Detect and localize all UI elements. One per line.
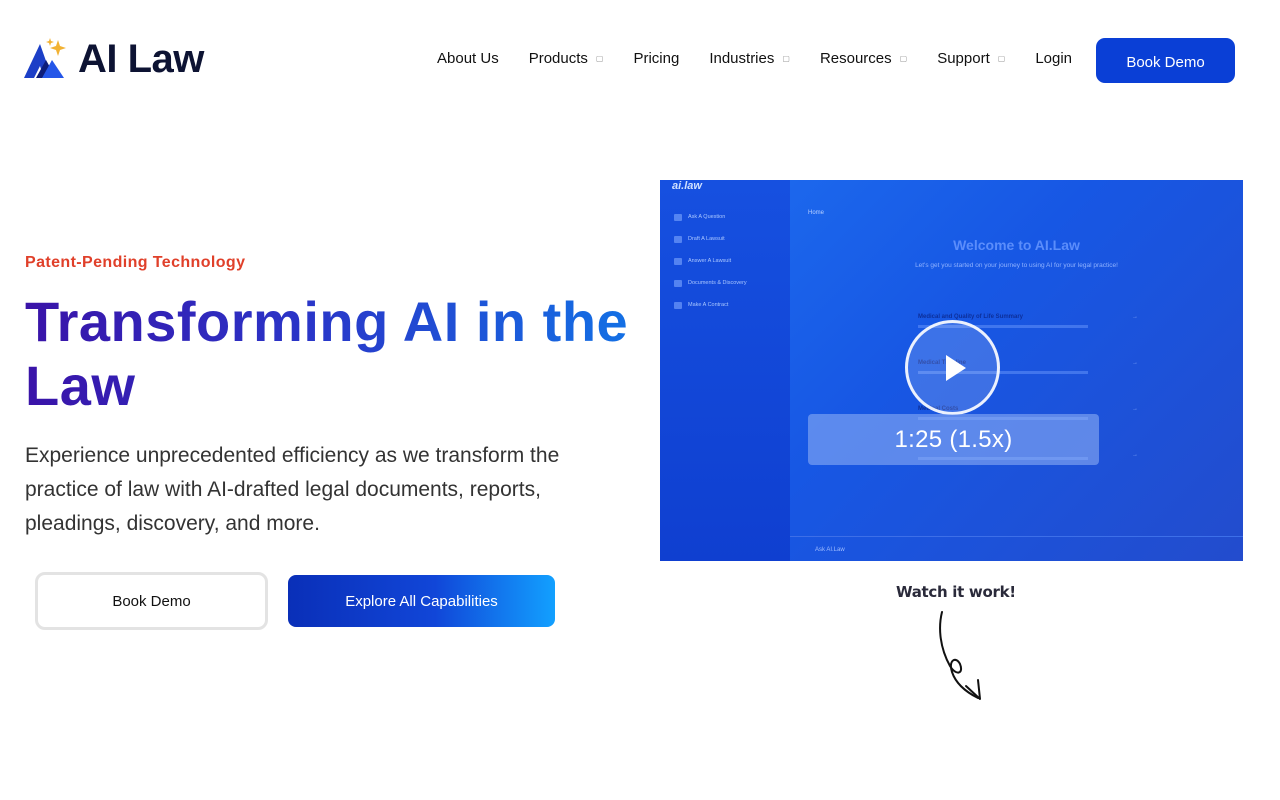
video-duration: 1:25 (1.5x) xyxy=(808,414,1099,465)
watch-it-work-caption: Watch it work! xyxy=(896,583,1016,601)
explore-capabilities-button[interactable]: Explore All Capabilities xyxy=(288,575,555,627)
book-demo-button[interactable]: Book Demo xyxy=(35,572,268,630)
nav-label: Pricing xyxy=(633,50,680,67)
video-preview-subtitle: Let's get you started on your journey to… xyxy=(915,262,1118,269)
hero-description: Experience unprecedented efficiency as w… xyxy=(25,444,560,535)
nav-login[interactable]: Login xyxy=(1035,50,1072,67)
nav-label: Industries xyxy=(709,50,775,67)
video-preview-menu-item: Make A Contract xyxy=(674,294,747,316)
play-button[interactable] xyxy=(905,320,1000,415)
video-preview-menu-item: Documents & Discovery xyxy=(674,272,747,294)
video-preview-brand: ai.law xyxy=(672,180,702,192)
video-preview-menu-item: Answer A Lawsuit xyxy=(674,250,747,272)
nav-resources[interactable]: Resources ▢ xyxy=(820,50,907,67)
nav-products[interactable]: Products ▢ xyxy=(529,50,604,67)
chevron-down-icon: ▢ xyxy=(595,53,604,63)
nav-about-us[interactable]: About Us xyxy=(437,50,499,67)
video-preview-title: Welcome to AI.Law xyxy=(953,237,1080,253)
video-preview-menu-item: Ask A Question xyxy=(674,206,747,228)
nav-label: About Us xyxy=(437,50,499,67)
nav-label: Support xyxy=(937,50,990,67)
play-icon xyxy=(945,354,966,381)
main-nav: About Us Products ▢ Pricing Industries ▢… xyxy=(437,50,1072,67)
curly-arrow-icon xyxy=(939,611,981,700)
video-preview-breadcrumb: Home xyxy=(808,210,825,216)
video-preview-menu-item: Draft A Lawsuit xyxy=(674,228,747,250)
nav-label: Login xyxy=(1035,50,1073,67)
header-book-demo-button[interactable]: Book Demo xyxy=(1096,38,1235,83)
video-preview-divider xyxy=(790,536,1243,537)
video-preview-menu: Ask A Question Draft A Lawsuit Answer A … xyxy=(674,206,747,316)
logo[interactable]: AI Law xyxy=(22,38,204,80)
chevron-down-icon: ▢ xyxy=(899,53,908,63)
chevron-down-icon: ▢ xyxy=(997,53,1006,63)
nav-label: Products xyxy=(528,50,588,67)
nav-label: Resources xyxy=(819,50,892,67)
nav-support[interactable]: Support ▢ xyxy=(937,50,1005,67)
demo-video[interactable]: ai.law Ask A Question Draft A Lawsuit An… xyxy=(660,180,1243,561)
logo-mark-icon xyxy=(24,38,66,78)
nav-industries[interactable]: Industries ▢ xyxy=(709,50,790,67)
nav-pricing[interactable]: Pricing xyxy=(633,50,679,67)
hero-headline: Transforming AI in the Law xyxy=(25,290,645,418)
hero-eyebrow: Patent-Pending Technology xyxy=(25,254,246,271)
video-preview-ask: Ask AI.Law xyxy=(815,547,845,553)
chevron-down-icon: ▢ xyxy=(782,53,790,63)
logo-text: AI Law xyxy=(78,37,204,81)
